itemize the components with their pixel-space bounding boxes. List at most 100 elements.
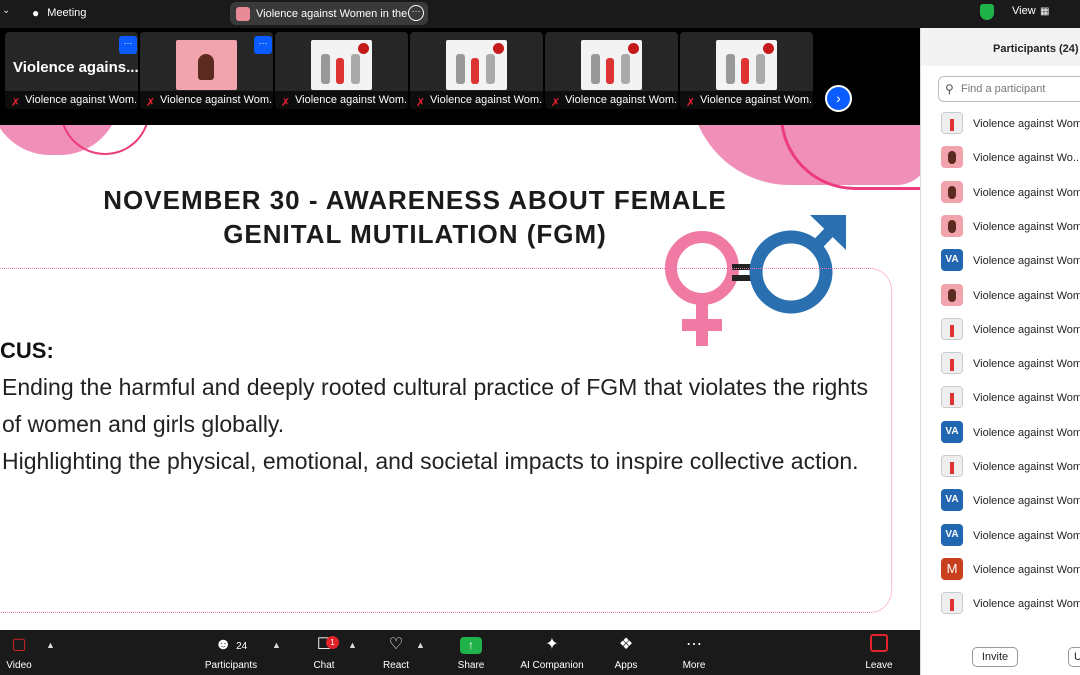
tile-name: Violence against Wom... <box>430 94 543 106</box>
shared-window-tab[interactable]: Violence against Women in the V ··· <box>230 2 428 25</box>
participant-name: Violence against Wome <box>973 426 1080 439</box>
participant-name: Violence against Wo... <box>973 152 1080 165</box>
tile-name-bar: ✗ Violence against Wom... <box>680 91 813 109</box>
security-shield-icon[interactable] <box>980 4 994 20</box>
participant-row[interactable]: Violence against Wome <box>921 348 1080 382</box>
tile-name: Violence against Wom... <box>160 94 273 106</box>
participant-name: Violence against Wome <box>973 118 1080 130</box>
tile-more-button[interactable]: ··· <box>119 36 137 54</box>
bullet-text: Ending the harmful and deeply rooted cul… <box>2 374 868 437</box>
poster-thumbnail <box>716 40 777 90</box>
participant-name: Violence against Wom... <box>973 186 1080 199</box>
react-options-caret[interactable]: ▲ <box>416 640 425 650</box>
participant-name: Violence against Wome <box>973 495 1080 508</box>
tile-name-bar: ✗ Violence against Wom... <box>275 91 408 109</box>
participant-name: Violence against Wome <box>973 255 1080 268</box>
participant-row[interactable]: Violence against Wom... <box>921 177 1080 211</box>
participant-avatar <box>941 317 963 340</box>
participant-avatar: VA <box>941 489 963 512</box>
share-button[interactable]: ↑ Share <box>441 634 501 671</box>
video-tile[interactable]: ··· ✗ Violence against Wom... <box>140 32 273 109</box>
participant-avatar <box>941 592 963 615</box>
participant-name: Violence against Wome <box>973 323 1080 336</box>
participant-row[interactable]: Violence against Wom... <box>921 211 1080 245</box>
grid-view-icon[interactable]: ▦ <box>1040 6 1049 17</box>
participant-avatar <box>941 283 963 306</box>
chevron-down-icon[interactable]: ⌄ <box>2 5 10 16</box>
more-button[interactable]: ⋯ More <box>664 634 724 671</box>
apps-icon: ❖ <box>618 636 634 653</box>
participant-count: 24 <box>236 641 248 652</box>
tile-more-button[interactable]: ··· <box>254 36 272 54</box>
poster-thumbnail <box>311 40 372 90</box>
participant-row[interactable]: Violence against Wome <box>921 588 1080 622</box>
meeting-controls: ▢ Video ▲ ☻ 24 Participants ▲ ☐ 1 Chat ▲… <box>0 630 920 675</box>
focus-heading: CUS: <box>0 338 54 363</box>
video-tile[interactable]: ✗ Violence against Wom... <box>410 32 543 109</box>
participant-avatar: VA <box>941 420 963 443</box>
participant-row[interactable]: VA Violence against Wome <box>921 520 1080 554</box>
tile-name-bar: ✗ Violence against Wom... <box>545 91 678 109</box>
tile-name: Violence against Wom... <box>25 94 138 106</box>
video-options-caret[interactable]: ▲ <box>46 640 55 650</box>
video-button[interactable]: ▢ Video <box>0 634 49 671</box>
participant-row[interactable]: Violence against Wo... <box>921 142 1080 176</box>
paw-icon: ● <box>32 6 40 20</box>
leave-button[interactable]: Leave <box>849 634 909 671</box>
exit-door-icon <box>849 634 909 656</box>
stop-poster-thumbnail <box>176 40 237 90</box>
participant-avatar <box>941 146 963 169</box>
top-toolbar: ⌄ ● Meeting Violence against Women in th… <box>0 0 920 28</box>
participant-avatar <box>941 386 963 409</box>
participant-name: Violence against Wome <box>973 289 1080 302</box>
participant-row[interactable]: M Violence against Wome <box>921 554 1080 588</box>
share-screen-icon: ↑ <box>441 634 501 656</box>
participant-avatar <box>941 455 963 477</box>
find-participant-input[interactable]: ⚲ Find a participant <box>938 76 1080 102</box>
tile-name: Violence against Wom... <box>700 94 813 106</box>
secondary-panel-button[interactable]: U <box>1068 647 1080 667</box>
slide-body: Ending the harmful and deeply rooted cul… <box>2 369 868 480</box>
participant-avatar: VA <box>941 249 963 272</box>
video-tile[interactable]: ✗ Violence against Wom... <box>545 32 678 109</box>
participant-row[interactable]: Violence against Wome <box>921 108 1080 142</box>
video-tile[interactable]: ✗ Violence against Wom... <box>275 32 408 109</box>
muted-mic-icon: ✗ <box>11 97 21 109</box>
ai-companion-button[interactable]: ✦ AI Companion <box>515 634 589 671</box>
invite-button[interactable]: Invite <box>972 647 1018 667</box>
participant-row[interactable]: VA Violence against Wome <box>921 417 1080 451</box>
participant-row[interactable]: VA Violence against Wome <box>921 485 1080 519</box>
participant-avatar <box>941 352 963 375</box>
participant-row[interactable]: Violence against Wome <box>921 451 1080 485</box>
muted-mic-icon: ✗ <box>686 97 696 109</box>
tile-name: Violence against Wom... <box>295 94 408 106</box>
participant-row[interactable]: Violence against Wome <box>921 314 1080 348</box>
tile-name-large: Violence agains... <box>13 59 138 76</box>
participant-row[interactable]: Violence against Wome <box>921 382 1080 416</box>
people-icon: ☻ <box>214 636 232 653</box>
next-page-button[interactable]: › <box>825 85 852 112</box>
poster-thumbnail <box>581 40 642 90</box>
search-icon: ⚲ <box>945 82 954 96</box>
top-right-toolbar: View ▦ <box>920 0 1080 28</box>
apps-button[interactable]: ❖ Apps <box>596 634 656 671</box>
meeting-menu[interactable]: ● Meeting <box>32 6 86 20</box>
participants-options-caret[interactable]: ▲ <box>272 640 281 650</box>
chat-button[interactable]: ☐ 1 Chat <box>294 634 354 671</box>
presenter-avatar-icon <box>236 6 250 21</box>
participant-avatar <box>941 180 963 203</box>
participant-list: Violence against Wome Violence against Wo… <box>921 108 1080 633</box>
chat-icon: ☐ <box>316 636 332 653</box>
sparkle-icon: ✦ <box>545 636 559 653</box>
chat-options-caret[interactable]: ▲ <box>348 640 357 650</box>
view-button[interactable]: View <box>1012 5 1036 17</box>
participants-button[interactable]: ☻ 24 Participants <box>201 634 261 671</box>
participant-row[interactable]: Violence against Wome <box>921 280 1080 314</box>
muted-mic-icon: ✗ <box>416 97 426 109</box>
more-options-icon[interactable]: ··· <box>408 5 424 21</box>
video-tile[interactable]: Violence agains... ··· ✗ Violence against… <box>5 32 138 109</box>
video-tile[interactable]: ✗ Violence against Wom... <box>680 32 813 109</box>
participant-row[interactable]: VA Violence against Wome <box>921 245 1080 279</box>
participant-avatar: M <box>941 557 963 580</box>
muted-mic-icon: ✗ <box>146 97 156 109</box>
